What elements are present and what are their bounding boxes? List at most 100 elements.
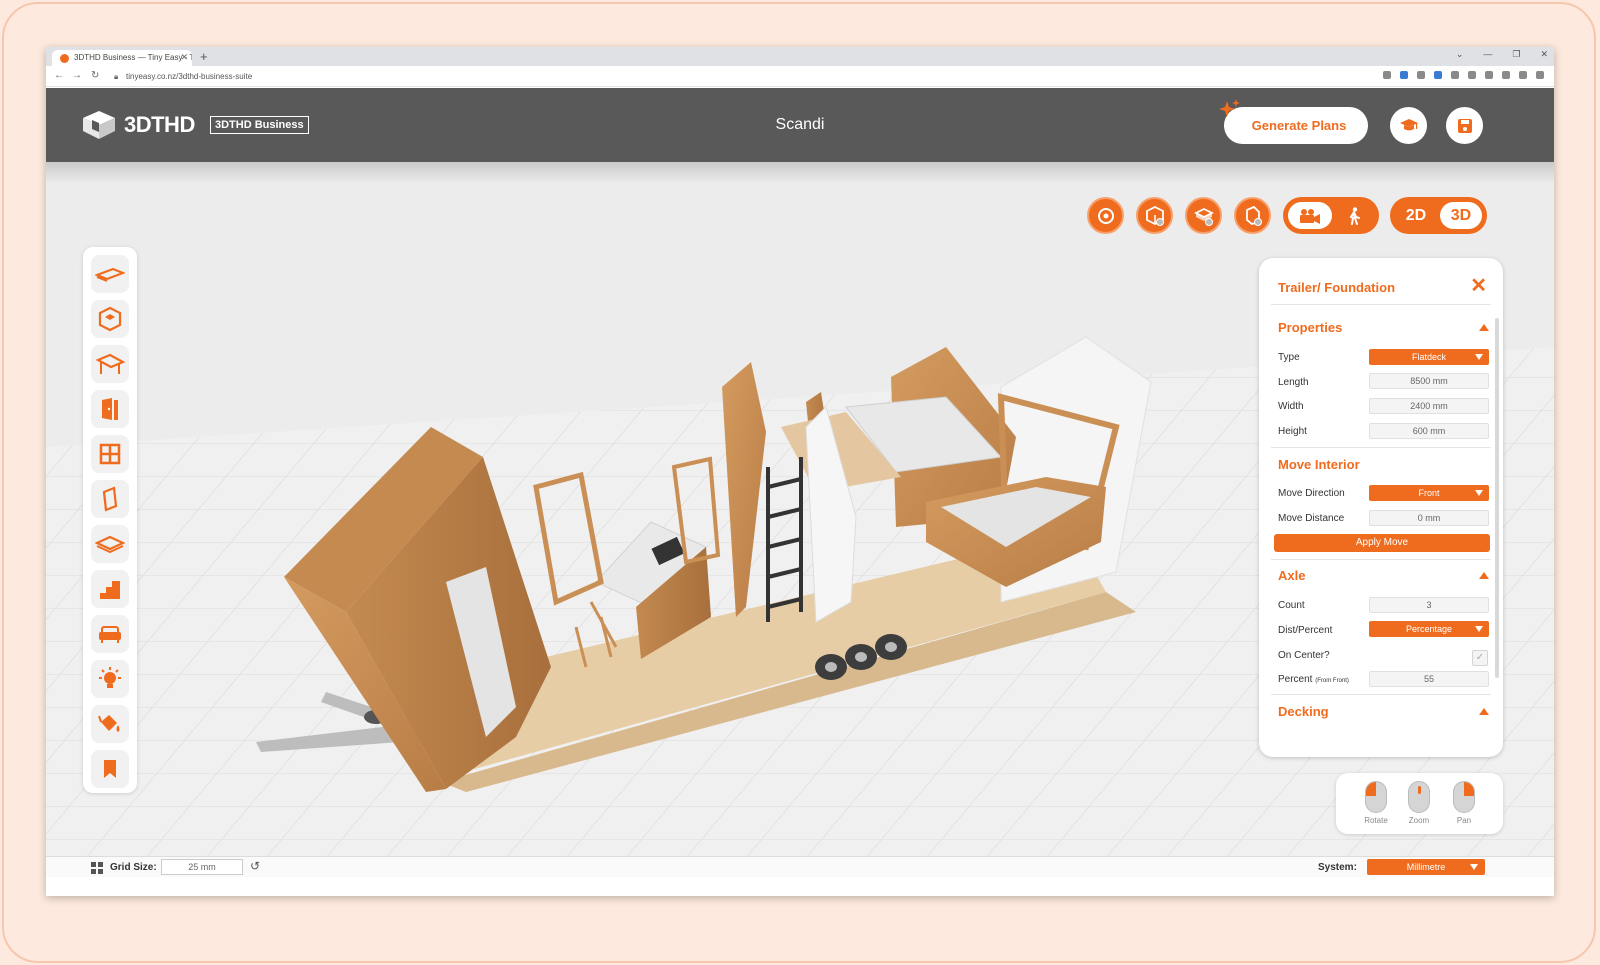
section-axle-title[interactable]: Axle [1278,568,1305,583]
generate-plans-label: Generate Plans [1251,118,1347,133]
on-center-label: On Center? [1278,650,1330,661]
window-controls: ⌄ — ❐ ✕ [1456,49,1548,60]
floor-icon [95,535,125,554]
trailer-icon [95,267,125,282]
profile-icon[interactable] [1519,71,1527,79]
back-icon[interactable]: ← [54,70,64,81]
reload-icon[interactable]: ↻ [91,70,99,81]
panel-divider [1271,694,1491,695]
tool-door[interactable] [91,390,129,428]
on-center-checkbox[interactable]: ✓ [1472,650,1488,666]
maximize-icon[interactable]: ❐ [1512,49,1520,60]
properties-panel: Trailer/ Foundation ✕ Properties Type Fl… [1259,258,1503,757]
caret-up-icon[interactable] [1479,708,1489,715]
view-section-button[interactable] [1234,197,1271,234]
extension-icon[interactable] [1417,71,1425,79]
percent-input[interactable]: 55 [1369,671,1489,687]
share-icon[interactable] [1383,71,1391,79]
section-properties-title[interactable]: Properties [1278,320,1342,335]
puzzle-icon[interactable] [1485,71,1493,79]
pan-label: Pan [1456,816,1472,825]
floor-view-icon [1193,207,1214,226]
header-shadow [46,162,1554,184]
apply-move-button[interactable]: Apply Move [1274,534,1490,552]
minimize-icon[interactable]: — [1483,49,1492,60]
section-move-title[interactable]: Move Interior [1278,457,1360,472]
bookmark-icon [104,760,116,778]
panel-divider [1271,304,1491,305]
roof-icon [95,353,125,374]
view-fit-icon [1097,207,1114,224]
reset-icon[interactable]: ↺ [250,859,260,873]
view-3d-button[interactable]: 3D [1440,202,1482,229]
move-direction-value: Front [1418,488,1440,498]
view-floor-button[interactable] [1185,197,1222,234]
walk-camera-button[interactable] [1333,202,1375,229]
tool-wall-panel[interactable] [91,480,129,518]
extension-icons [1383,71,1544,79]
axle-count-input[interactable]: 3 [1369,597,1489,613]
view-2d-button[interactable]: 2D [1395,202,1437,229]
tutorial-button[interactable] [1390,107,1427,144]
caret-up-icon[interactable] [1479,324,1489,331]
new-tab-button[interactable]: + [200,49,208,64]
extension-icon[interactable] [1434,71,1442,79]
view-zoom-fit-button[interactable] [1087,197,1124,234]
extension-icon[interactable] [1451,71,1459,79]
extension-icon[interactable] [1468,71,1476,79]
tool-window[interactable] [91,435,129,473]
height-input[interactable]: 600 mm [1369,423,1489,439]
star-icon[interactable] [1400,71,1408,79]
tab-list-icon[interactable]: ⌄ [1456,49,1464,60]
tool-paint[interactable] [91,705,129,743]
mouse-controls-help: Rotate Zoom Pan [1336,773,1503,834]
close-icon[interactable]: ✕ [1470,276,1487,296]
dist-percent-select[interactable]: Percentage [1369,621,1489,637]
tool-floor[interactable] [91,525,129,563]
type-value: Flatdeck [1411,352,1446,362]
type-select[interactable]: Flatdeck [1369,349,1489,365]
browser-tab[interactable]: 3DTHD Business — Tiny Easy - T ✕ [52,50,192,66]
forward-icon[interactable]: → [72,70,82,81]
tool-walls[interactable] [91,300,129,338]
sidebar-icon[interactable] [1502,71,1510,79]
orbit-camera-button[interactable] [1288,202,1332,229]
mouse-zoom-icon [1408,781,1430,813]
save-button[interactable] [1446,107,1483,144]
tool-lighting[interactable] [91,660,129,698]
grid-size-input[interactable]: 25 mm [161,859,243,875]
panel-scrollbar[interactable] [1495,318,1499,678]
length-input[interactable]: 8500 mm [1369,373,1489,389]
mouse-pan-icon [1453,781,1475,813]
address-bar: ← → ↻ 🔒︎ tinyeasy.co.nz/3dthd-business-s… [46,66,1554,87]
grid-icon [91,862,103,874]
system-value: Millimetre [1406,862,1446,872]
tab-close-icon[interactable]: ✕ [180,52,188,63]
caret-up-icon[interactable] [1479,572,1489,579]
system-select[interactable]: Millimetre [1367,859,1485,875]
stairs-icon [100,581,120,599]
tool-furniture[interactable] [91,615,129,653]
url-text[interactable]: tinyeasy.co.nz/3dthd-business-suite [126,72,252,81]
generate-plans-button[interactable]: Generate Plans [1219,99,1368,144]
move-direction-select[interactable]: Front [1369,485,1489,501]
rotate-help: Rotate [1356,781,1396,825]
tool-trailer[interactable] [91,255,129,293]
move-distance-input[interactable]: 0 mm [1369,510,1489,526]
section-decking-title[interactable]: Decking [1278,704,1329,719]
window-close-icon[interactable]: ✕ [1540,49,1548,60]
view-exterior-button[interactable] [1136,197,1173,234]
wall-panel-icon [102,486,118,512]
zoom-label: Zoom [1408,816,1430,825]
tool-stairs[interactable] [91,570,129,608]
browser-window: 3DTHD Business — Tiny Easy - T ✕ + ⌄ — ❐… [46,47,1554,896]
grid-size-label: Grid Size: [110,862,157,873]
tab-bar: 3DTHD Business — Tiny Easy - T ✕ + ⌄ — ❐… [46,47,1554,66]
percent-label: Percent (From Front) [1278,674,1349,685]
width-input[interactable]: 2400 mm [1369,398,1489,414]
menu-icon[interactable] [1536,71,1544,79]
tool-bookmark[interactable] [91,750,129,788]
camera-mode-toggle [1283,197,1379,234]
panel-divider [1271,559,1491,560]
tool-roof[interactable] [91,345,129,383]
